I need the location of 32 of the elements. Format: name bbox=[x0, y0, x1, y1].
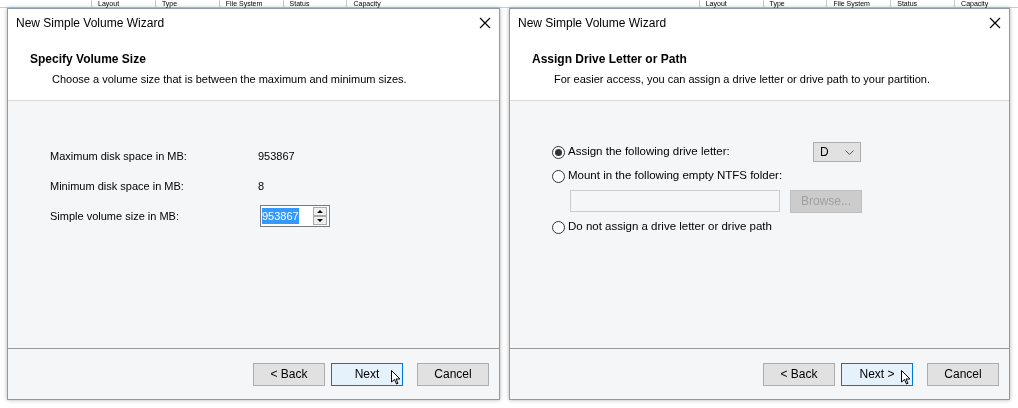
wizard-description: Choose a volume size that is between the maximum and minimum sizes. bbox=[51, 72, 408, 87]
radio-label: Mount in the following empty NTFS folder: bbox=[568, 168, 783, 184]
window-title: New Simple Volume Wizard bbox=[518, 14, 667, 32]
radio-button[interactable] bbox=[552, 145, 565, 159]
wizard-button[interactable]: < Back bbox=[763, 362, 835, 386]
close-button[interactable] bbox=[479, 16, 491, 29]
wizard-button[interactable]: Next > bbox=[841, 362, 913, 386]
wizard-heading: Specify Volume Size bbox=[30, 51, 147, 68]
drive-letter-dropdown[interactable]: D bbox=[813, 142, 861, 162]
field-value: 8 bbox=[258, 178, 265, 194]
wizard-button[interactable]: Cancel bbox=[927, 362, 999, 386]
field-label: Maximum disk space in MB: bbox=[50, 148, 188, 164]
mouse-cursor-icon bbox=[901, 369, 911, 385]
wizard-heading: Assign Drive Letter or Path bbox=[532, 51, 688, 68]
close-icon bbox=[989, 16, 1001, 29]
field-value: 953867 bbox=[258, 148, 295, 164]
radio-label: Assign the following drive letter: bbox=[568, 144, 731, 160]
wizard-description: For easier access, you can assign a drive letter or drive path to your partition. bbox=[553, 72, 931, 87]
wizard-button[interactable]: Cancel bbox=[417, 362, 489, 386]
chevron-down-icon bbox=[845, 149, 854, 155]
radio-label: Do not assign a drive letter or drive path bbox=[568, 219, 772, 235]
folder-path-field[interactable] bbox=[570, 190, 780, 212]
wizard-button[interactable]: Next bbox=[331, 362, 403, 386]
close-icon bbox=[479, 16, 491, 29]
close-button[interactable] bbox=[989, 16, 1001, 29]
window-title: New Simple Volume Wizard bbox=[16, 14, 165, 32]
wizard-button[interactable]: < Back bbox=[253, 362, 325, 386]
field-label: Simple volume size in MB: bbox=[50, 208, 180, 224]
spinner-arrows-icon bbox=[313, 207, 327, 225]
mouse-cursor-icon bbox=[391, 369, 401, 385]
field-label: Minimum disk space in MB: bbox=[50, 178, 185, 194]
radio-button[interactable] bbox=[552, 220, 565, 234]
